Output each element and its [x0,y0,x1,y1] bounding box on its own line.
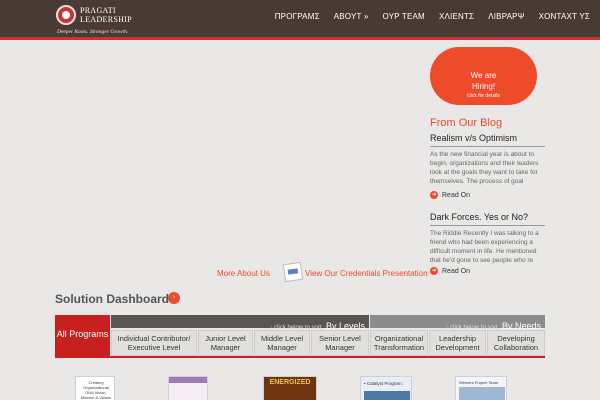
read-on-label: Read On [442,191,471,199]
nav-item-programs[interactable]: ΠΡΟΓΡΑΜΣ [275,12,320,21]
blog-post-title[interactable]: Realism v/s Optimism [430,133,545,147]
hiring-details-link: click for details [467,93,500,99]
nav-item-about[interactable]: ΑΒΟΥΤ » [334,12,369,21]
program-thumbnail-title: Creating Organizational DNA Vision, Miss… [80,380,112,400]
nav-item-library[interactable]: ΛΙΒΡΑΡΨ [488,12,524,21]
filter-senior-level-manager[interactable]: Senior Level Manager [311,330,369,356]
program-thumbnail[interactable]: Creating Organizational DNA Vision, Miss… [75,376,115,400]
arrow-right-icon: ➜ [430,191,438,199]
blog-post-title[interactable]: Dark Forces. Yes or No? [430,212,545,226]
hiring-line-1: We are [470,71,497,80]
blog-post: Dark Forces. Yes or No? The Riddle Recen… [430,212,545,275]
program-thumbnail[interactable]: • Catalyst Program: [360,376,412,400]
logo-mark-icon [56,5,76,25]
filter-junior-level-manager[interactable]: Junior Level Manager [198,330,253,356]
program-thumbnail-title: • Catalyst Program: [364,381,403,386]
nav-item-contact[interactable]: ΧΟΝΤΑΧΤ ΥΣ [539,12,590,21]
filter-leadership-development[interactable]: Leadership Development [429,330,486,356]
nav-item-our-team[interactable]: ΟΥΡ ΤΕΑΜ [383,12,425,21]
hiring-button[interactable]: We are Hiring! click for details [430,47,537,105]
blog-heading: From Our Blog [430,117,503,129]
read-on-label: Read On [442,267,471,275]
filter-individual-contributor[interactable]: Individual Contributor/ Executive Level [111,330,197,356]
filter-developing-collaboration[interactable]: Developing Collaboration [487,330,545,356]
filter-organizational-transformation[interactable]: Organizational Transformation [370,330,428,356]
sort-by-levels-bar: ↓ click below to sort By Levels [111,315,369,331]
dashboard-arrow-icon[interactable]: › [168,292,180,304]
brand-name: PRAGATI LEADERSHIP [80,6,132,24]
brand-tagline: Deeper Roots. Stronger Growth. [57,29,129,35]
dashboard-title: Solution Dashboard [55,292,169,306]
sort-by-needs-bar: ↓ click below to sort By Needs [370,315,545,331]
site-header: PRAGATI LEADERSHIP Deeper Roots. Stronge… [0,0,600,40]
program-thumbnail-title: Winners Project Team [459,380,499,385]
main-nav: ΠΡΟΓΡΑΜΣ ΑΒΟΥΤ » ΟΥΡ ΤΕΑΜ ΧΛΙΕΝΤΣ ΛΙΒΡΑΡ… [275,12,590,21]
read-on-link[interactable]: ➜ Read On [430,191,545,199]
program-thumbnail[interactable] [168,376,208,400]
brand-logo[interactable]: PRAGATI LEADERSHIP Deeper Roots. Stronge… [56,3,176,37]
presentation-icon[interactable] [282,261,304,283]
filter-middle-level-manager[interactable]: Middle Level Manager [254,330,310,356]
hiring-line-2: Hiring! [471,82,496,91]
blog-post-excerpt: As the new financial year is about to be… [430,151,539,185]
program-thumbnail-title: ENERGIZED [269,379,311,386]
credentials-presentation-link[interactable]: View Our Credentials Presentation [305,269,428,278]
blog-post-excerpt: The Riddle Recently I was talking to a f… [430,230,539,264]
blog-post: Realism v/s Optimism As the new financia… [430,133,545,199]
read-on-link[interactable]: ➜ Read On [430,267,545,275]
program-thumbnail[interactable]: Winners Project Team [455,376,507,400]
arrow-right-icon: ➜ [430,267,438,275]
more-about-us-link[interactable]: More About Us [217,269,270,278]
filter-all-programs[interactable]: All Programs [55,315,110,356]
nav-item-clients[interactable]: ΧΛΙΕΝΤΣ [439,12,474,21]
dashboard-divider [55,356,545,358]
program-thumbnail[interactable]: ENERGIZED [263,376,317,400]
